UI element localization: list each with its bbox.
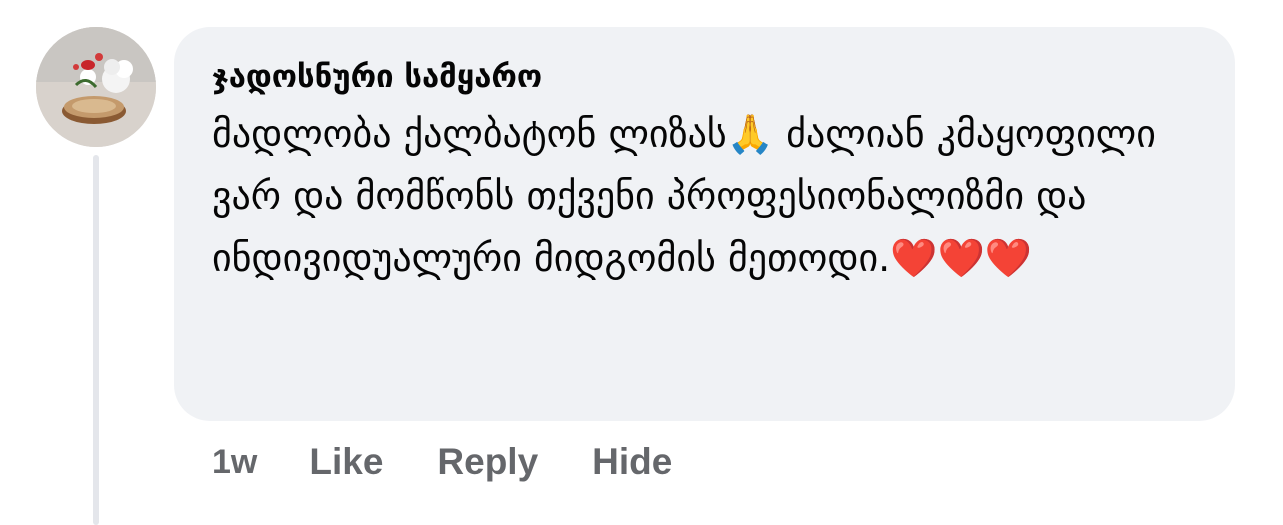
avatar-image xyxy=(36,27,156,147)
comment-bubble: ჯადოსნური სამყარო მადლობა ქალბატონ ლიზას… xyxy=(174,27,1235,421)
comment-timestamp[interactable]: 1w xyxy=(212,443,257,482)
comment-actions: 1w Like Reply Hide xyxy=(212,440,726,484)
comment-text: მადლობა ქალბატონ ლიზას🙏 ძალიან კმაყოფილი… xyxy=(212,112,1156,280)
avatar[interactable] xyxy=(36,27,156,147)
comment-thread: ჯადოსნური სამყარო მადლობა ქალბატონ ლიზას… xyxy=(0,0,1283,525)
hide-button[interactable]: Hide xyxy=(592,441,672,483)
like-button[interactable]: Like xyxy=(309,441,383,483)
thread-line xyxy=(93,155,99,525)
reply-button[interactable]: Reply xyxy=(437,441,538,483)
comment-author[interactable]: ჯადოსნური სამყარო xyxy=(212,57,1199,97)
